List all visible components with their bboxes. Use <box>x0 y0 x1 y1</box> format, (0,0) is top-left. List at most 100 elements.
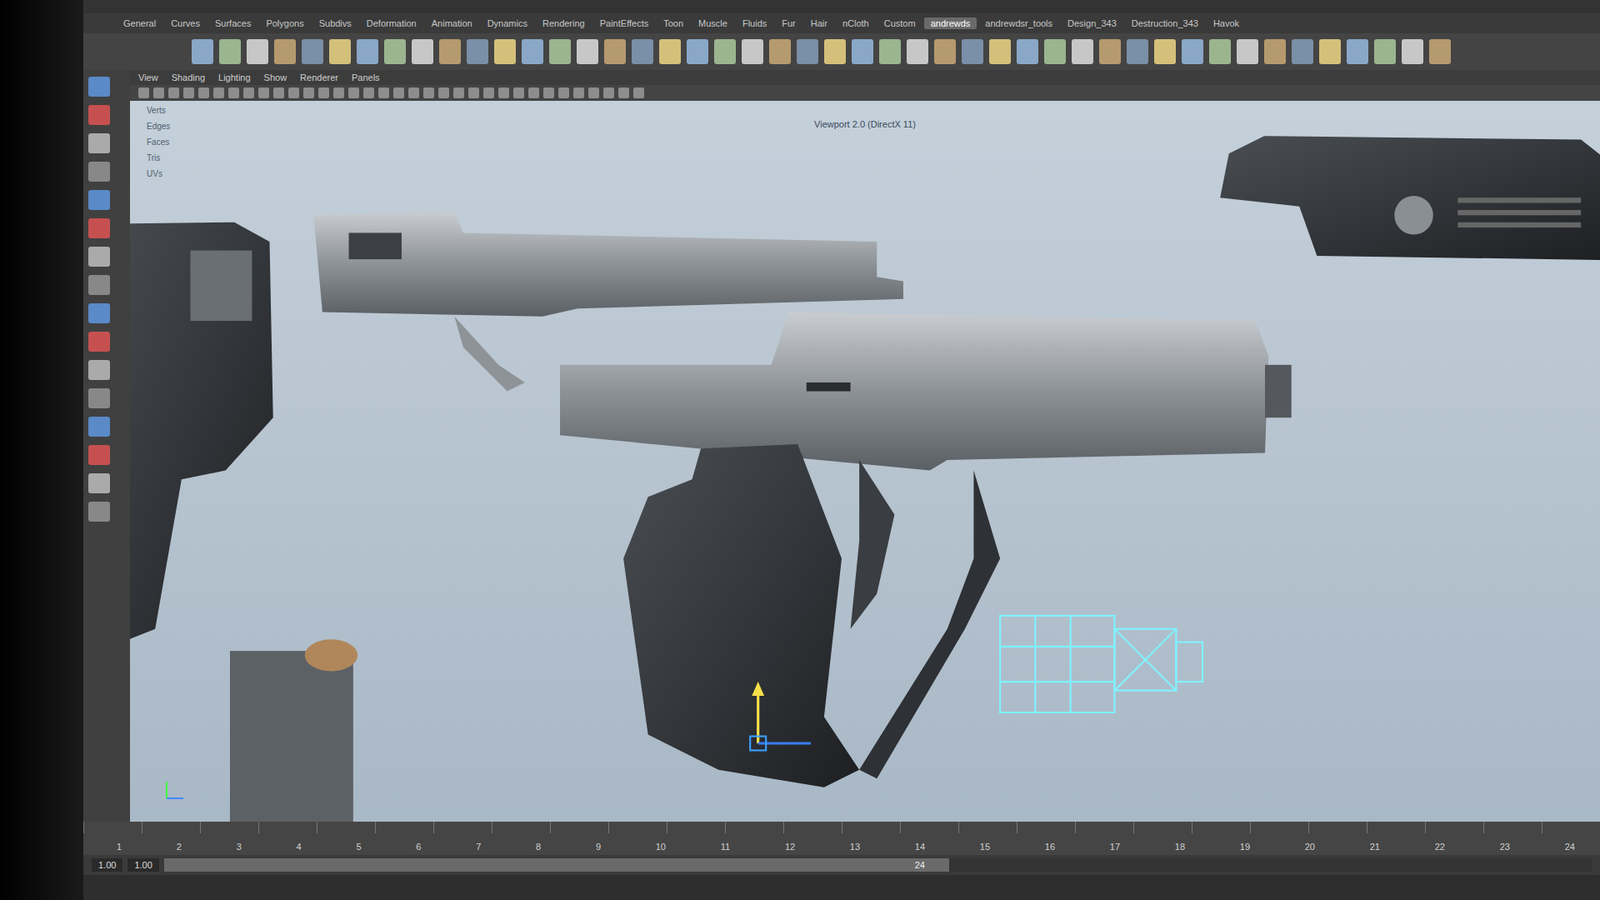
shelf-tool-icon[interactable] <box>1429 39 1451 65</box>
move-manipulator-icon[interactable] <box>750 681 811 750</box>
panel-tool-icon[interactable] <box>318 87 330 99</box>
panel-tool-icon[interactable] <box>213 87 225 99</box>
shelf-tab[interactable]: nCloth <box>835 17 876 30</box>
shelf-tab[interactable]: Deformation <box>360 17 424 30</box>
shelf-tool-icon[interactable] <box>906 39 929 65</box>
shelf-tool-icon[interactable] <box>824 39 846 65</box>
shelf-tab[interactable]: Muscle <box>691 17 735 30</box>
panel-tool-icon[interactable] <box>543 87 555 99</box>
shelf-tab[interactable]: Polygons <box>259 17 310 30</box>
tool-icon[interactable] <box>88 190 110 210</box>
upper-right-part[interactable] <box>1220 135 1600 260</box>
panel-menu-item[interactable]: Shading <box>171 72 205 83</box>
shelf-tool-icon[interactable] <box>1291 39 1314 65</box>
shelf-tool-icon[interactable] <box>356 39 379 65</box>
shelf-tool-icon[interactable] <box>1126 39 1149 65</box>
shelf-tool-icon[interactable] <box>521 39 544 65</box>
panel-tool-icon[interactable] <box>393 87 405 99</box>
panel-tool-icon[interactable] <box>618 87 630 99</box>
range-start-field[interactable]: 1.00 <box>91 858 123 872</box>
shelf-tab[interactable]: Custom <box>877 17 923 30</box>
shelf-tool-icon[interactable] <box>384 39 406 65</box>
shelf-tab[interactable]: Dynamics <box>480 17 535 30</box>
shelf-tool-icon[interactable] <box>494 39 516 65</box>
panel-tool-icon[interactable] <box>288 87 300 99</box>
panel-tool-icon[interactable] <box>168 87 180 99</box>
shelf-tool-icon[interactable] <box>1209 39 1231 65</box>
panel-tool-icon[interactable] <box>588 87 600 99</box>
panel-menu-item[interactable]: View <box>138 72 159 83</box>
shelf-tool-icon[interactable] <box>1044 39 1066 65</box>
shelf-tool-icon[interactable] <box>741 39 764 65</box>
shelf-tool-icon[interactable] <box>301 39 324 65</box>
shelf-tool-icon[interactable] <box>411 39 434 65</box>
shelf-tool-icon[interactable] <box>439 39 461 65</box>
shelf-tab[interactable]: andrewdsr_tools <box>978 17 1060 30</box>
shelf-tab[interactable]: General <box>116 17 163 30</box>
shelf-tool-icon[interactable] <box>989 39 1011 65</box>
tool-icon[interactable] <box>88 76 110 97</box>
shelf-tab[interactable]: Fur <box>775 17 803 30</box>
panel-tool-icon[interactable] <box>183 87 195 99</box>
command-line[interactable] <box>83 875 1600 900</box>
shelf-tool-icon[interactable] <box>329 39 351 65</box>
shelf-tool-icon[interactable] <box>191 39 214 65</box>
shelf-tab[interactable]: Fluids <box>735 17 774 30</box>
panel-tool-icon[interactable] <box>528 87 540 99</box>
panel-menu-item[interactable]: Lighting <box>218 72 251 83</box>
panel-tool-icon[interactable] <box>348 87 360 99</box>
wireframe-part[interactable] <box>1000 615 1203 713</box>
tool-icon[interactable] <box>88 331 110 352</box>
tool-icon[interactable] <box>88 303 110 324</box>
panel-tool-icon[interactable] <box>228 87 240 99</box>
panel-tool-icon[interactable] <box>423 87 435 99</box>
shelf-tab[interactable]: andrewds <box>924 17 978 30</box>
shelf-tool-icon[interactable] <box>1401 39 1424 65</box>
panel-tool-icon[interactable] <box>378 87 390 99</box>
panel-menu-item[interactable]: Show <box>264 72 288 83</box>
panel-tool-icon[interactable] <box>408 87 420 99</box>
shelf-tool-icon[interactable] <box>769 39 791 65</box>
tool-icon[interactable] <box>88 416 110 437</box>
shelf-tool-icon[interactable] <box>714 39 736 65</box>
tool-icon[interactable] <box>88 501 110 522</box>
shelf-tab[interactable]: Rendering <box>535 17 592 30</box>
shelf-tool-icon[interactable] <box>1319 39 1341 65</box>
shelf-tool-icon[interactable] <box>879 39 901 65</box>
panel-tool-icon[interactable] <box>483 87 495 99</box>
panel-tool-icon[interactable] <box>363 87 375 99</box>
tool-icon[interactable] <box>88 473 110 494</box>
left-partial-gun[interactable] <box>130 222 274 644</box>
magazine-part[interactable] <box>230 639 358 822</box>
shelf-tool-icon[interactable] <box>796 39 819 65</box>
shelf-tool-icon[interactable] <box>246 39 269 65</box>
shelf-tool-icon[interactable] <box>1374 39 1396 65</box>
shelf-tool-icon[interactable] <box>934 39 956 65</box>
time-slider[interactable]: 123456789101112131415161718192021222324 <box>83 821 1600 855</box>
shelf-tab[interactable]: Surfaces <box>208 17 258 30</box>
shelf-tool-icon[interactable] <box>549 39 571 65</box>
panel-tool-icon[interactable] <box>303 87 315 99</box>
shelf-tool-icon[interactable] <box>851 39 874 65</box>
panel-tool-icon[interactable] <box>573 87 585 99</box>
panel-tool-icon[interactable] <box>513 87 525 99</box>
shelf-tab[interactable]: PaintEffects <box>593 17 656 30</box>
shelf-tool-icon[interactable] <box>1236 39 1259 65</box>
panel-tool-icon[interactable] <box>498 87 510 99</box>
panel-tool-icon[interactable] <box>333 87 345 99</box>
shelf-tool-icon[interactable] <box>1264 39 1286 65</box>
panel-tool-icon[interactable] <box>153 87 165 99</box>
panel-tool-icon[interactable] <box>273 87 285 99</box>
panel-tool-icon[interactable] <box>558 87 570 99</box>
shelf-tool-icon[interactable] <box>1016 39 1039 65</box>
shelf-tool-icon[interactable] <box>961 39 984 65</box>
shelf-tab[interactable]: Havok <box>1206 17 1246 30</box>
panel-tool-icon[interactable] <box>438 87 450 99</box>
tool-icon[interactable] <box>88 360 110 380</box>
shelf-tab[interactable]: Hair <box>804 17 835 30</box>
shelf-tool-icon[interactable] <box>1181 39 1204 65</box>
shelf-tab[interactable]: Destruction_343 <box>1125 17 1205 30</box>
range-inner-start-field[interactable]: 1.00 <box>127 858 159 872</box>
shelf-tool-icon[interactable] <box>576 39 599 65</box>
shelf-tab[interactable]: Design_343 <box>1060 17 1124 30</box>
